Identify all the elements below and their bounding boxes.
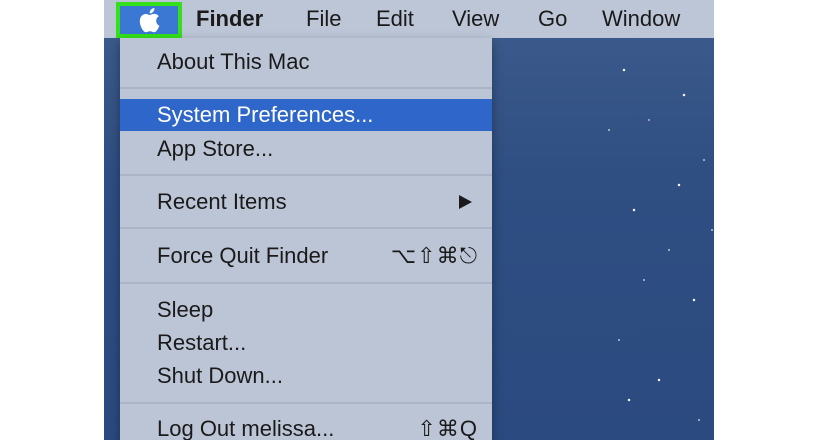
menu-edit[interactable]: Edit [376,6,414,32]
menu-item-label: Sleep [157,297,214,322]
menu-item-label: Log Out melissa... [157,416,335,440]
menu-item-label: App Store... [157,136,274,161]
apple-menu-button[interactable] [116,2,182,38]
menu-separator [120,227,492,229]
menu-item-system-preferences[interactable]: System Preferences... [120,99,492,131]
menu-item-restart[interactable]: Restart... [120,327,492,359]
menu-item-recent-items[interactable]: Recent Items [120,186,492,218]
menu-separator [120,174,492,176]
menu-separator [120,282,492,284]
menu-item-label: About This Mac [157,49,310,74]
apple-menu-dropdown: About This Mac System Preferences... App… [120,38,492,440]
menu-item-label: Shut Down... [157,363,283,388]
apple-icon [139,8,160,33]
desktop-screen: Finder File Edit View Go Window About Th… [104,0,714,440]
menu-item-log-out[interactable]: Log Out melissa... ⇧⌘Q [120,413,492,440]
menu-item-app-store[interactable]: App Store... [120,133,492,165]
menu-finder[interactable]: Finder [196,6,263,32]
menu-view[interactable]: View [452,6,499,32]
menu-item-label: Recent Items [157,189,287,214]
menu-item-force-quit[interactable]: Force Quit Finder ⌥⇧⌘⎋ [120,240,492,272]
menu-window[interactable]: Window [602,6,680,32]
menu-item-label: Force Quit Finder [157,243,329,268]
menu-go[interactable]: Go [538,6,567,32]
log-out-shortcut: ⇧⌘Q [417,416,478,440]
force-quit-shortcut: ⌥⇧⌘⎋ [390,243,478,268]
menu-file[interactable]: File [306,6,341,32]
menu-item-sleep[interactable]: Sleep [120,294,492,326]
menu-item-label: Restart... [157,330,247,355]
menu-item-label: System Preferences... [157,102,374,127]
menu-item-shut-down[interactable]: Shut Down... [120,360,492,392]
menu-separator [120,87,492,89]
menu-separator [120,402,492,404]
submenu-arrow-icon [459,195,472,209]
menu-bar: Finder File Edit View Go Window [104,0,714,38]
menu-item-about-this-mac[interactable]: About This Mac [120,46,492,78]
